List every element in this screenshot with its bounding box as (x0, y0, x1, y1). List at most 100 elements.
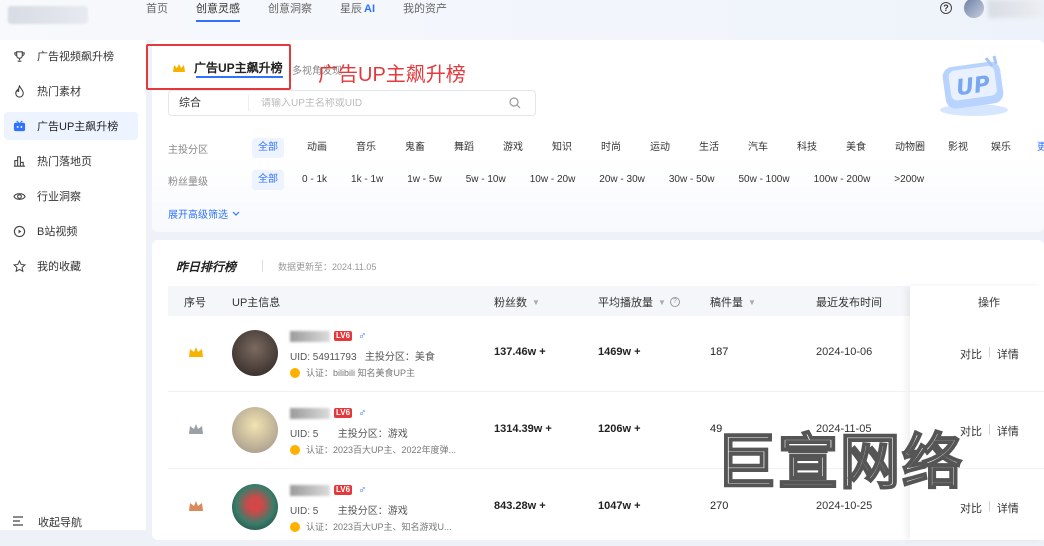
nav-home-label: 首页 (146, 3, 168, 15)
col-avg-play-label: 平均播放量 (598, 297, 653, 309)
chip-category[interactable]: 动画 (301, 138, 333, 158)
nav-creative-inspiration[interactable]: 创意灵感 (196, 0, 240, 40)
sidebar-item-label: 我的收藏 (37, 261, 81, 273)
chip-category[interactable]: 知识 (546, 138, 578, 158)
cert-text: 认证：bilibili 知名美食UP主 (306, 368, 416, 378)
star-icon (12, 259, 26, 273)
detail-button[interactable]: 详情 (997, 346, 1019, 362)
trophy-icon (12, 49, 26, 63)
chip-fans[interactable]: 20w - 30w (593, 170, 651, 190)
last-post-value: 2024-10-25 (816, 500, 873, 512)
up-name[interactable]: LV6 ♂ (290, 484, 366, 496)
chip-fans[interactable]: 100w - 200w (808, 170, 877, 190)
detail-button[interactable]: 详情 (997, 500, 1019, 516)
col-up-info-label: UP主信息 (232, 297, 281, 309)
expand-advanced-filter[interactable]: 展开高级筛选 (168, 206, 240, 221)
chip-fans[interactable]: 0 - 1k (296, 170, 333, 190)
avatar[interactable] (232, 484, 278, 530)
search-input[interactable] (249, 97, 509, 109)
chip-fans[interactable]: 50w - 100w (732, 170, 795, 190)
chip-category[interactable]: 汽车 (742, 138, 774, 158)
filter-panel: 广告UP主飙升榜 多视角发现 广告UP主飙升榜 综合 UP 主投分区 全部 动画… (146, 40, 1044, 232)
chip-category[interactable]: 动物圈 (889, 138, 931, 158)
chip-category[interactable]: 舞蹈 (448, 138, 480, 158)
separator: | (988, 423, 991, 435)
male-icon: ♂ (358, 484, 367, 496)
sidebar-item-label: 广告视频飙升榜 (37, 51, 114, 63)
chip-category[interactable]: 科技 (791, 138, 823, 158)
avatar[interactable] (232, 407, 278, 453)
search-icon[interactable] (509, 97, 521, 109)
col-rank: 序号 (184, 294, 206, 310)
eye-icon (12, 189, 26, 203)
info-icon[interactable]: ? (669, 297, 680, 307)
watermark-text: 巨宣网络 (715, 427, 964, 499)
search-category-select[interactable]: 综合 (169, 95, 249, 111)
nav-my-assets[interactable]: 我的资产 (403, 0, 447, 40)
category-filter-label: 主投分区 (168, 144, 208, 156)
row-actions: 对比 | 详情 (960, 346, 1019, 362)
data-updated-text: 数据更新至：2024.11.05 (278, 262, 377, 272)
separator: | (988, 500, 991, 512)
chip-fans[interactable]: 30w - 50w (663, 170, 721, 190)
chip-category-more[interactable]: 更多 (1031, 138, 1044, 158)
male-icon: ♂ (358, 330, 367, 342)
nav-home[interactable]: 首页 (146, 0, 168, 40)
tab-ad-up-rank[interactable]: 广告UP主飙升榜 (172, 59, 283, 78)
help-icon[interactable]: ? (940, 2, 952, 14)
col-last-post: 最近发布时间 (816, 294, 882, 310)
sidebar-item-hot-landing[interactable]: 热门落地页 (4, 147, 138, 175)
chip-fans[interactable]: 5w - 10w (460, 170, 512, 190)
chip-category[interactable]: 音乐 (350, 138, 382, 158)
fans-filter-label: 粉丝量级 (168, 176, 208, 188)
up-badge-icon: UP (940, 55, 1008, 116)
user-name[interactable] (988, 0, 1044, 18)
up-name[interactable]: LV6 ♂ (290, 330, 366, 342)
sidebar-item-label: 行业洞察 (37, 191, 81, 203)
chip-fans[interactable]: 1k - 1w (345, 170, 389, 190)
table-row: LV6 ♂ UID: 54911793 主投分区：美食 认证：bilibili 知… (168, 316, 1044, 392)
chip-fans[interactable]: >200w (888, 170, 930, 190)
chip-category[interactable]: 生活 (693, 138, 725, 158)
chip-category[interactable]: 鬼畜 (399, 138, 431, 158)
compare-button[interactable]: 对比 (960, 500, 982, 516)
sidebar-item-ad-up-rank[interactable]: 广告UP主飙升榜 (4, 112, 138, 140)
logo[interactable] (8, 6, 88, 24)
avg-play-value: 1047w + (598, 500, 641, 512)
collapse-icon (12, 515, 24, 529)
chip-category-all[interactable]: 全部 (252, 138, 284, 158)
chip-category[interactable]: 影视 (942, 138, 974, 158)
row-actions: 对比 | 详情 (960, 500, 1019, 516)
col-avg-play[interactable]: 平均播放量 ▼? (598, 294, 680, 310)
sidebar-item-industry-insight[interactable]: 行业洞察 (4, 182, 138, 210)
uid-text: UID: 54911793 (290, 352, 357, 363)
compare-button[interactable]: 对比 (960, 346, 982, 362)
col-fans[interactable]: 粉丝数 ▼ (494, 294, 540, 310)
col-works[interactable]: 稿件量 ▼ (710, 294, 756, 310)
user-avatar[interactable] (964, 0, 984, 18)
top-bar: 首页 创意灵感 创意洞察 星辰 AI 我的资产 ? (0, 0, 1044, 40)
sidebar-item-favorites[interactable]: 我的收藏 (4, 252, 138, 280)
chip-fans[interactable]: 10w - 20w (524, 170, 582, 190)
chip-category[interactable]: 游戏 (497, 138, 529, 158)
chip-fans[interactable]: 1w - 5w (401, 170, 447, 190)
col-actions-label: 操作 (978, 297, 1000, 309)
col-fans-label: 粉丝数 (494, 297, 527, 309)
chip-category[interactable]: 美食 (840, 138, 872, 158)
chip-fans-all[interactable]: 全部 (252, 170, 284, 190)
name-blurred (290, 484, 330, 496)
chip-category[interactable]: 娱乐 (985, 138, 1017, 158)
chip-category[interactable]: 时尚 (595, 138, 627, 158)
avatar[interactable] (232, 330, 278, 376)
nav-creative-insight[interactable]: 创意洞察 (268, 0, 312, 40)
detail-button[interactable]: 详情 (997, 423, 1019, 439)
up-name[interactable]: LV6 ♂ (290, 407, 366, 419)
collapse-nav-button[interactable]: 收起导航 (12, 514, 82, 530)
divider (262, 260, 263, 272)
nav-xingchen-ai[interactable]: 星辰 AI (340, 0, 375, 40)
sidebar-item-ad-video-rank[interactable]: 广告视频飙升榜 (4, 42, 138, 70)
sidebar-item-hot-material[interactable]: 热门素材 (4, 77, 138, 105)
crown-icon (189, 424, 203, 434)
chip-category[interactable]: 运动 (644, 138, 676, 158)
sidebar-item-bilibili-video[interactable]: B站视频 (4, 217, 138, 245)
